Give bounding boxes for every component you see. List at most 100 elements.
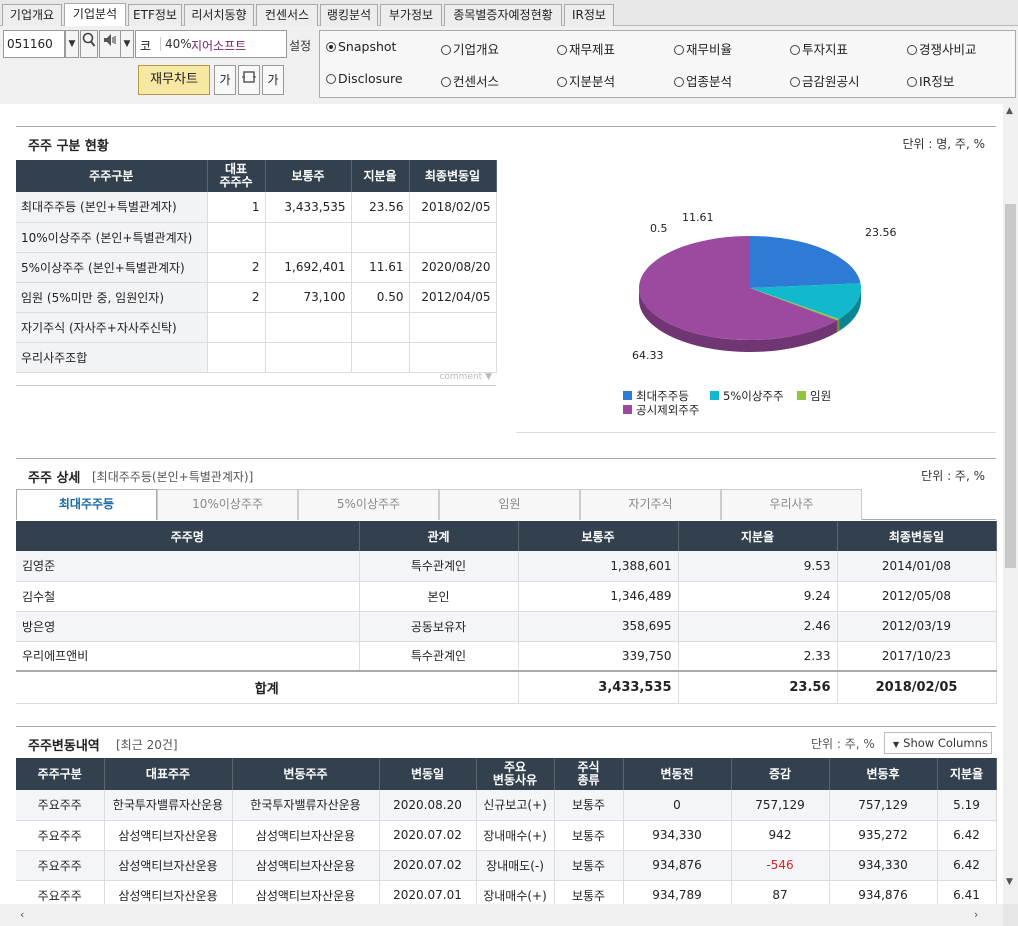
cell-date: 2020.07.02: [379, 850, 477, 881]
radio-snapshot[interactable]: Snapshot: [326, 39, 396, 54]
horizontal-scrollbar[interactable]: ‹ ›: [0, 904, 1003, 926]
speaker-icon[interactable]: [99, 30, 121, 58]
settings-link[interactable]: 설정: [289, 37, 311, 54]
cell-shares: 339,750: [518, 641, 679, 672]
section2-unit: 단위 : 주, %: [921, 469, 985, 483]
subtab-10pct-shareholder[interactable]: 10%이상주주: [157, 489, 298, 520]
radio-competitor[interactable]: 경쟁사비교: [907, 39, 977, 58]
cell-relation: 특수관계인: [359, 551, 519, 582]
cell-relation: 본인: [359, 581, 519, 612]
cell-after: 934,330: [829, 850, 938, 881]
fit-screen-icon[interactable]: [238, 65, 260, 95]
cell-shares: 1,388,601: [518, 551, 679, 582]
cell-type: 주요주주: [16, 850, 105, 881]
table-row: 주요주주 한국투자밸류자산운용 한국투자밸류자산운용 2020.08.20 신규보고(+…: [16, 790, 997, 821]
total-row: 합계 3,433,535 23.56 2018/02/05: [16, 670, 997, 704]
radio-financial-statements[interactable]: 재무제표: [557, 39, 615, 58]
cell-ratio: 5.19: [937, 790, 997, 821]
cell-date: 2020/08/20: [409, 252, 497, 283]
cell-date: 2020.07.01: [379, 880, 477, 904]
speaker-dropdown-button[interactable]: ▼: [120, 30, 134, 58]
vertical-scroll-thumb[interactable]: [1005, 204, 1016, 568]
cell-shares: 1,346,489: [518, 581, 679, 612]
font-increase-button[interactable]: 가: [262, 65, 284, 95]
cell-date: 2020.08.20: [379, 790, 477, 821]
row-label: 자기주식 (자사주+자사주신탁): [16, 312, 208, 343]
col-header-rep: 대표주주: [104, 758, 233, 790]
radio-company-overview[interactable]: 기업개요: [441, 39, 499, 58]
vertical-scrollbar[interactable]: ▲ ▼: [1003, 104, 1018, 904]
cell-kind: 보통주: [554, 850, 624, 881]
radio-financial-ratios[interactable]: 재무비율: [674, 39, 732, 58]
tab-ir-info[interactable]: IR정보: [564, 4, 614, 26]
legend-swatch: [710, 391, 719, 400]
row-label: 최대주주등 (본인+특별관계자): [16, 192, 208, 223]
radio-fss-disclosure[interactable]: 금감원공시: [790, 71, 860, 90]
comment-toggle[interactable]: comment ▼: [16, 372, 496, 386]
pie-value-label-0: 23.56: [865, 226, 897, 239]
finance-chart-button[interactable]: 재무차트: [138, 65, 210, 95]
tab-consensus[interactable]: 컨센서스: [256, 4, 318, 26]
total-date: 2018/02/05: [837, 670, 997, 704]
subtab-employee-stock[interactable]: 우리사주: [721, 489, 862, 520]
subtab-treasury-stock[interactable]: 자기주식: [580, 489, 721, 520]
radio-consensus[interactable]: 컨센서스: [441, 71, 499, 90]
cell-ratio: 9.24: [678, 581, 838, 612]
radio-share-analysis[interactable]: 지분분석: [557, 71, 615, 90]
tab-company-analysis[interactable]: 기업분석: [64, 3, 126, 26]
tab-company-overview[interactable]: 기업개요: [2, 4, 62, 26]
font-large-label: 가: [267, 73, 279, 87]
radio-investment-index[interactable]: 투자지표: [790, 39, 848, 58]
cell-shares: [265, 222, 352, 253]
cell-reason: 신규보고(+): [476, 790, 555, 821]
col-header-type: 주주구분: [16, 160, 208, 192]
row-label: 10%이상주주 (본인+특별관계자): [16, 222, 208, 253]
tab-etf-info[interactable]: ETF정보: [128, 4, 182, 26]
cell-ratio: [351, 222, 410, 253]
row-label: 우리사주조합: [16, 342, 208, 373]
ratio-label: 40%: [160, 37, 192, 51]
stock-code-input[interactable]: 051160: [3, 30, 65, 58]
table-row: 자기주식 (자사주+자사주신탁): [16, 312, 497, 343]
tab-ranking[interactable]: 랭킹분석: [320, 4, 378, 26]
cell-change: 87: [731, 880, 830, 904]
col-header-ratio: 지분율: [937, 758, 997, 790]
scroll-right-icon[interactable]: ›: [974, 908, 978, 921]
col-header-after: 변동후: [829, 758, 938, 790]
table-row: 김영준 특수관계인 1,388,601 9.53 2014/01/08: [16, 551, 997, 582]
cell-date: 2018/02/05: [409, 192, 497, 223]
tab-capital-increase[interactable]: 종목별증자예정현황: [444, 4, 562, 26]
scroll-up-icon[interactable]: ▲: [1006, 106, 1013, 116]
cell-rep: 삼성액티브자산운용: [104, 880, 233, 904]
pie-value-label-1: 11.61: [682, 211, 714, 224]
tab-extra-info[interactable]: 부가정보: [380, 4, 442, 26]
cell-name: 우리에프앤비: [16, 641, 360, 672]
subtab-largest-shareholder[interactable]: 최대주주등: [16, 489, 157, 520]
tab-research[interactable]: 리서치동향: [184, 4, 254, 26]
radio-disclosure[interactable]: Disclosure: [326, 71, 403, 86]
col-header-type: 주주구분: [16, 758, 105, 790]
col-header-ratio: 지분율: [351, 160, 410, 192]
radio-ir-info[interactable]: IR정보: [907, 71, 954, 90]
legend-swatch: [623, 405, 632, 414]
legend-item-3: 공시제외주주: [623, 402, 699, 418]
company-name-box[interactable]: 코 40% 지어소프트: [135, 30, 287, 58]
code-dropdown-button[interactable]: ▼: [65, 30, 79, 58]
radio-industry-analysis[interactable]: 업종분석: [674, 71, 732, 90]
search-icon[interactable]: [80, 30, 98, 58]
company-name: 지어소프트: [191, 39, 247, 53]
cell-date: [409, 222, 497, 253]
scroll-down-icon[interactable]: ▼: [1006, 877, 1013, 887]
show-columns-button[interactable]: ▼ Show Columns: [884, 732, 992, 754]
col-header-kind-text: 주식 종류: [577, 760, 600, 787]
font-decrease-button[interactable]: 가: [214, 65, 236, 95]
section1-unit: 단위 : 명, 주, %: [902, 137, 986, 151]
subtab-5pct-shareholder[interactable]: 5%이상주주: [298, 489, 439, 520]
cell-count: 2: [207, 252, 266, 283]
table-row: 주요주주 삼성액티브자산운용 삼성액티브자산운용 2020.07.02 장내매도(-) 보…: [16, 850, 997, 881]
cell-ratio: 2.33: [678, 641, 838, 672]
subtab-executives[interactable]: 임원: [439, 489, 580, 520]
table-row: 주요주주 삼성액티브자산운용 삼성액티브자산운용 2020.07.02 장내매수(+) 보…: [16, 820, 997, 851]
cell-count: 1: [207, 192, 266, 223]
scroll-left-icon[interactable]: ‹: [20, 908, 24, 921]
